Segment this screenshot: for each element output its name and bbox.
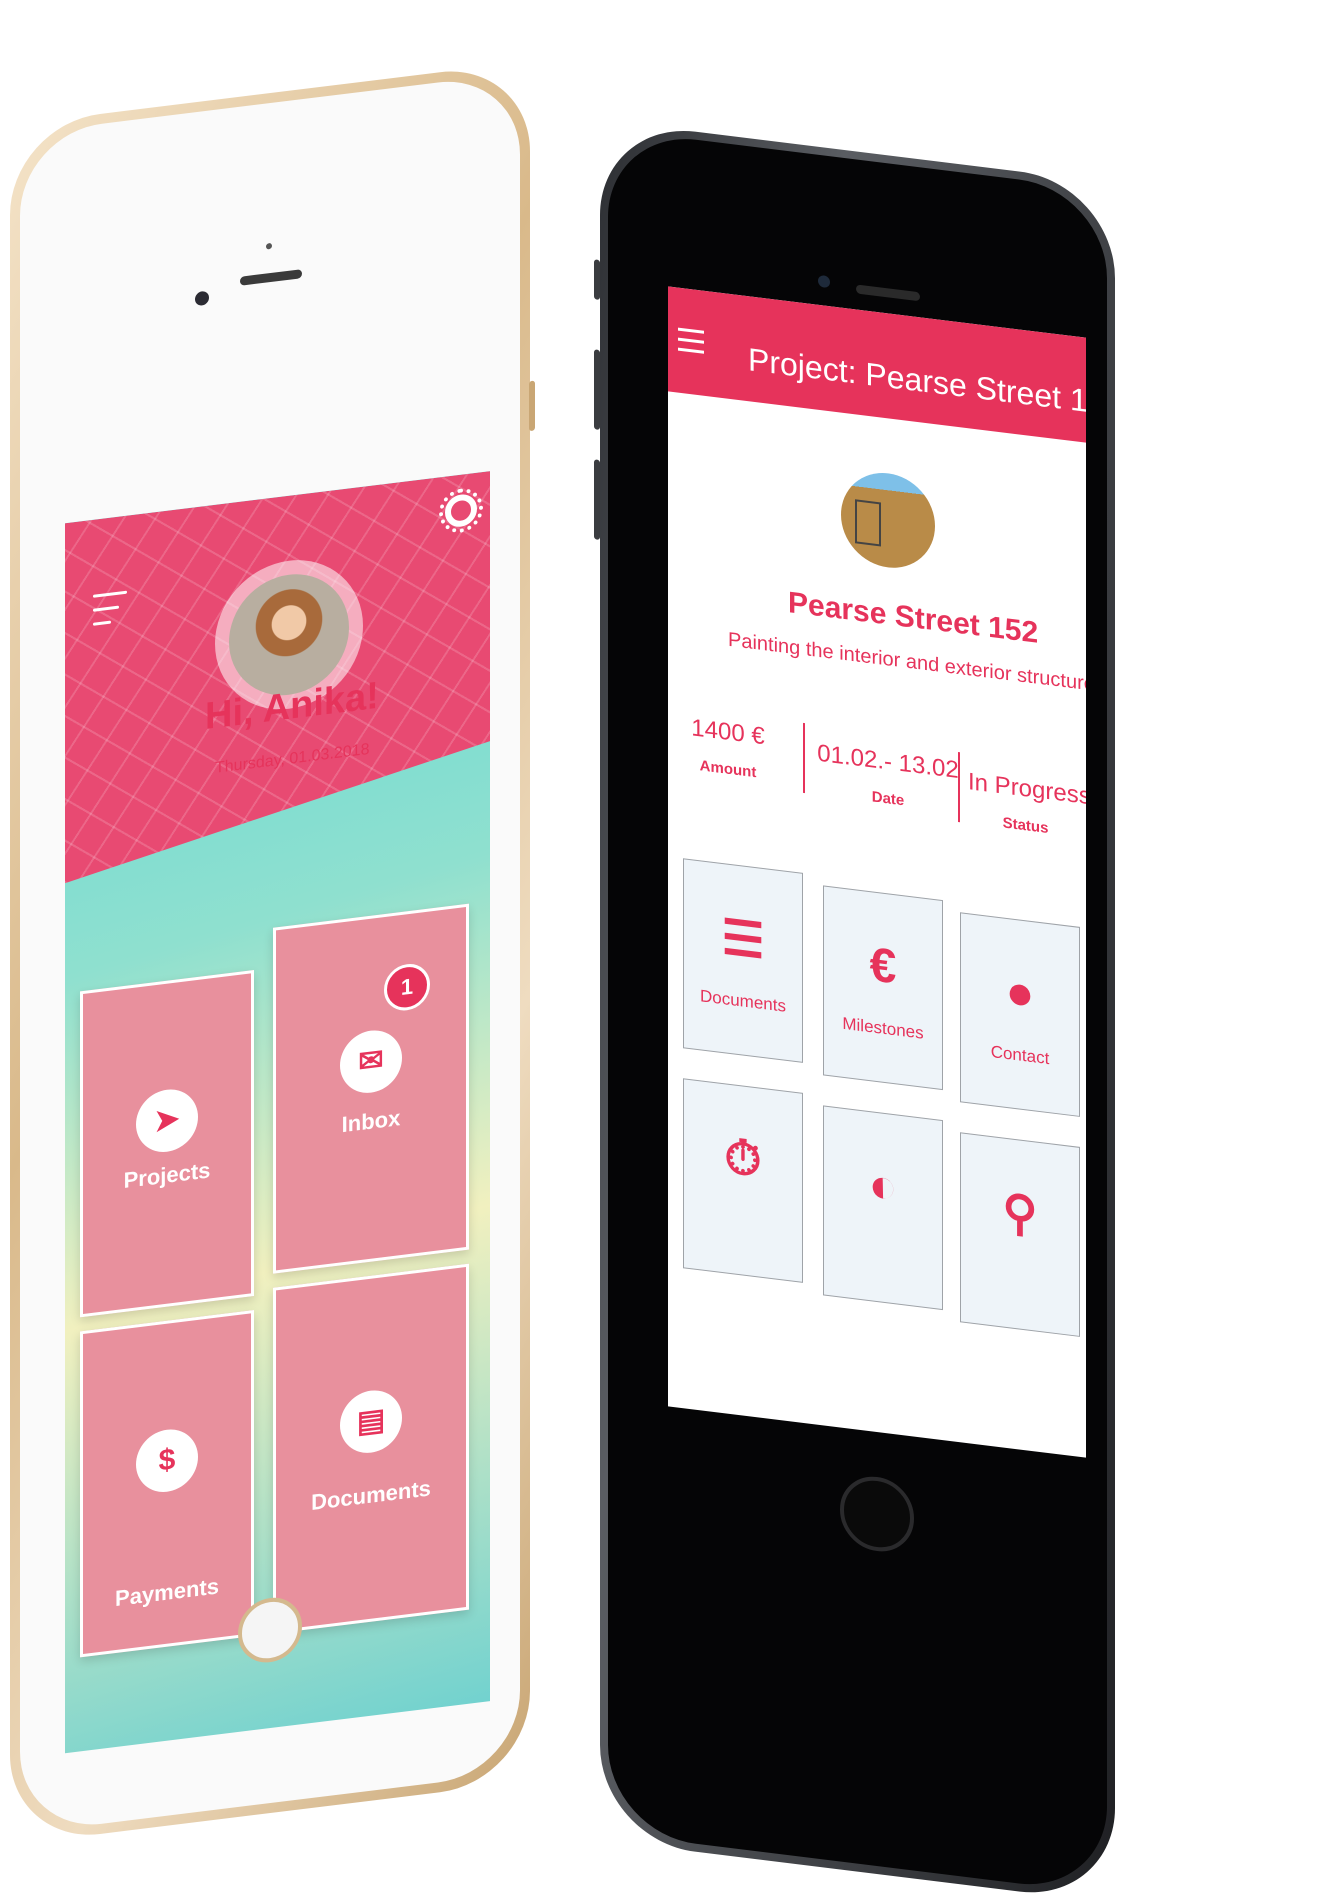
- stat-date: 01.02.- 13.02 Date: [813, 739, 963, 816]
- menu-icon[interactable]: [678, 327, 704, 361]
- gear-icon[interactable]: [445, 492, 477, 529]
- project-photo: [841, 467, 935, 574]
- dollar-icon: $: [136, 1425, 198, 1496]
- divider: [803, 722, 805, 794]
- stat-value: 01.02.- 13.02: [817, 739, 959, 785]
- stopwatch-icon: ⏱: [724, 1130, 762, 1188]
- stat-label: Status: [1002, 814, 1049, 838]
- navigation-arrow-icon: ➤: [136, 1085, 198, 1156]
- tile-label: Projects: [123, 1157, 211, 1194]
- proximity-sensor: [266, 242, 272, 250]
- stat-amount: 1400 € Amount: [678, 713, 778, 784]
- person-icon: ●: [1005, 964, 1035, 1022]
- tile-timeline[interactable]: ⏱: [683, 1078, 803, 1283]
- tile-location[interactable]: ⚲: [960, 1132, 1080, 1337]
- tile-documents[interactable]: ▤ Documents: [273, 1263, 469, 1634]
- tile-label: Inbox: [341, 1105, 401, 1138]
- stat-value: 1400 €: [691, 714, 765, 751]
- phone-face: Project: Pearse Street 152 Pearse Street…: [608, 128, 1107, 1895]
- notification-badge: 1: [384, 961, 430, 1014]
- tile-statistics[interactable]: ◐: [823, 1105, 943, 1311]
- tile-label: Payments: [115, 1573, 219, 1612]
- phone-face: Hi, Anika! Thursday, 01.03.2018 ➤ Projec…: [20, 72, 520, 1834]
- stat-label: Date: [871, 788, 905, 810]
- stat-label: Amount: [699, 757, 757, 782]
- volume-down-button: [594, 459, 600, 540]
- tile-contact[interactable]: ● Contact: [960, 912, 1080, 1117]
- location-pin-icon: ⚲: [1002, 1185, 1038, 1243]
- menu-icon[interactable]: [93, 590, 127, 637]
- front-camera: [195, 290, 209, 307]
- list-icon: ☰: [721, 910, 765, 970]
- pie-chart-icon: ◐: [868, 1157, 898, 1215]
- stat-status: In Progress Status: [968, 768, 1086, 841]
- app-header: Project: Pearse Street 152: [668, 286, 1086, 443]
- power-button: [529, 380, 535, 432]
- earpiece-speaker: [240, 269, 302, 286]
- tile-payments[interactable]: $ Payments: [80, 1310, 254, 1658]
- project-screen: Project: Pearse Street 152 Pearse Street…: [668, 286, 1086, 1458]
- left-phone: Hi, Anika! Thursday, 01.03.2018 ➤ Projec…: [10, 61, 535, 1846]
- tile-label: Contact: [990, 1041, 1050, 1069]
- home-screen: Hi, Anika! Thursday, 01.03.2018 ➤ Projec…: [65, 471, 490, 1754]
- tile-milestones[interactable]: € Milestones: [823, 885, 943, 1091]
- home-button[interactable]: [840, 1472, 914, 1556]
- tile-inbox[interactable]: ✉ 1 Inbox: [273, 903, 469, 1274]
- tile-projects[interactable]: ➤ Projects: [80, 970, 254, 1318]
- tile-label: Documents: [700, 986, 786, 1016]
- stat-value: In Progress: [968, 768, 1086, 811]
- tile-label: Milestones: [842, 1013, 924, 1043]
- volume-up-button: [594, 349, 600, 430]
- tile-label: Documents: [311, 1475, 431, 1516]
- euro-icon: €: [869, 938, 897, 995]
- document-icon: ▤: [340, 1387, 402, 1457]
- tile-documents[interactable]: ☰ Documents: [683, 858, 803, 1063]
- divider: [958, 751, 960, 823]
- front-camera: [818, 274, 830, 289]
- mute-switch: [594, 259, 600, 300]
- mail-icon: ✉: [340, 1027, 402, 1097]
- earpiece-speaker: [856, 284, 920, 302]
- page-title: Project: Pearse Street 152: [748, 341, 1086, 424]
- right-phone: Project: Pearse Street 152 Pearse Street…: [594, 120, 1115, 1903]
